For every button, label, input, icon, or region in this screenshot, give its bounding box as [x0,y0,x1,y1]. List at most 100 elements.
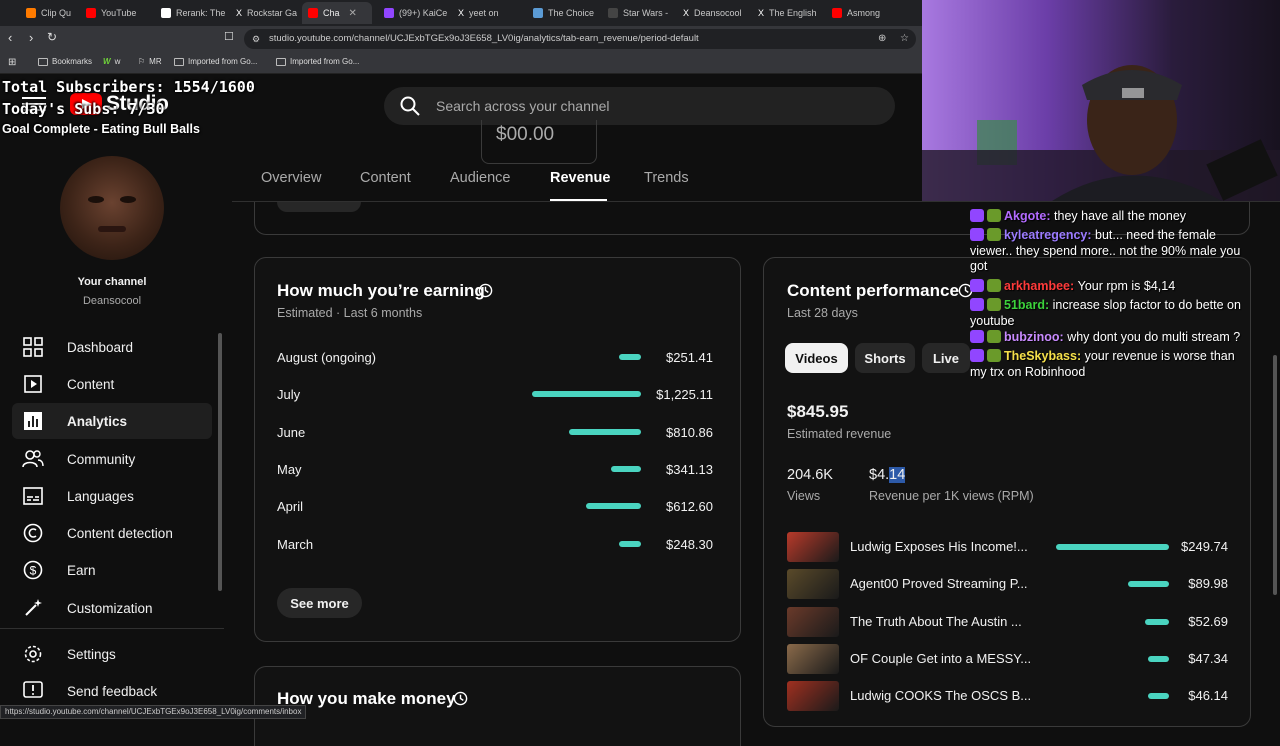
twitch-badge-icon [970,349,984,362]
sidebar-item-community[interactable]: Community [12,441,212,477]
see-more-button[interactable]: See more [277,588,362,618]
sidebar-item-settings[interactable]: Settings [12,636,212,672]
sidebar-item-feedback[interactable]: Send feedback [12,673,212,709]
chip-shorts[interactable]: Shorts [855,343,915,373]
browser-tab[interactable]: Asmong [826,2,886,24]
earning-row: March $248.30 [277,535,713,555]
sidebar-item-dashboard[interactable]: Dashboard [12,329,212,365]
video-title[interactable]: OF Couple Get into a MESSY... [850,651,1031,666]
tab-label: The Choice [548,8,595,18]
browser-tab[interactable]: Clip Qu [20,2,77,24]
video-row[interactable]: Agent00 Proved Streaming P... $89.98 [787,569,1228,600]
browser-tab[interactable]: X The English [752,2,823,24]
channel-search-input[interactable]: Search across your channel [384,87,895,125]
chat-username: bubzinoo [1004,330,1060,344]
browser-tab[interactable]: (99+) KaiCe [378,2,453,24]
tab-label: (99+) KaiCe [399,8,448,18]
video-row[interactable]: Ludwig COOKS The OSCS B... $46.14 [787,681,1228,712]
youtube-favicon-icon [832,8,842,18]
clock-info-icon[interactable] [453,691,468,706]
bookmark-item[interactable]: ⚐ MR [138,57,162,66]
twitch-badge-icon [970,209,984,222]
forward-icon[interactable]: › [29,30,33,45]
browser-tab[interactable]: Rerank: The [155,2,231,24]
tab-content[interactable]: Content [360,170,411,186]
back-icon[interactable]: ‹ [8,30,12,45]
bookmark-star-icon[interactable]: ☐ [224,30,234,43]
browser-tab[interactable]: X Deansocool [677,2,748,24]
performance-card-subtitle: Last 28 days [787,306,858,320]
rpm-value: $4.14 [869,467,906,483]
video-row[interactable]: Ludwig Exposes His Income!... $249.74 [787,532,1228,562]
sidebar-item-languages[interactable]: Languages [12,478,212,514]
rpm-label: Revenue per 1K views (RPM) [869,489,1034,503]
url-field[interactable]: ⚙ studio.youtube.com/channel/UCJExbTGEx9… [244,29,916,49]
site-info-icon[interactable]: ⚙ [252,29,260,49]
sidebar-item-customization[interactable]: Customization [12,590,212,626]
earning-bar [586,503,641,510]
analytics-icon [22,410,44,432]
browser-tab[interactable]: The Choice [527,2,600,24]
browser-tab[interactable]: X Rockstar Ga [230,2,303,24]
browser-tab[interactable]: YouTube [80,2,142,24]
tab-label: Rerank: The [176,8,226,18]
close-tab-icon[interactable]: ✕ [349,8,357,19]
video-row[interactable]: OF Couple Get into a MESSY... $47.34 [787,643,1228,674]
sidebar-item-analytics[interactable]: Analytics [12,403,212,439]
video-row[interactable]: The Truth About The Austin ... $52.69 [787,606,1228,637]
bookmark-item[interactable]: Ww [103,57,120,66]
earning-card-title: How much you’re earning [277,281,485,300]
browser-tab[interactable]: Xyeet on [452,2,505,24]
chip-live[interactable]: Live [922,343,970,373]
sidebar-item-label: Customization [67,600,153,616]
clock-info-icon[interactable] [478,283,493,298]
video-thumbnail[interactable] [787,681,839,712]
tab-favicon-icon [161,8,171,18]
sidebar-item-content-detection[interactable]: Content detection [12,515,212,551]
video-thumbnail[interactable] [787,532,839,562]
bookmark-item[interactable]: Imported from Go... [276,57,359,66]
earning-month: June [277,424,306,440]
tab-overview[interactable]: Overview [261,170,321,186]
video-title[interactable]: The Truth About The Austin ... [850,614,1022,629]
video-thumbnail[interactable] [787,569,839,600]
tab-label: YouTube [101,8,137,18]
sidebar-item-earn[interactable]: $ Earn [12,552,212,588]
chat-message: kyleatregency: but... need the female vi… [970,228,1248,275]
star-icon[interactable]: ☆ [900,29,909,49]
video-title[interactable]: Ludwig Exposes His Income!... [850,539,1028,554]
partial-button[interactable] [277,202,361,212]
earning-row: May $341.13 [277,460,713,480]
zoom-icon[interactable]: ⊕ [878,29,886,49]
sidebar-item-label: Content [67,376,115,392]
sidebar-item-label: Send feedback [67,683,158,699]
earning-value: $248.30 [666,536,713,552]
reload-icon[interactable]: ↻ [47,30,57,44]
search-placeholder: Search across your channel [436,98,610,114]
feedback-icon [22,680,44,702]
bookmark-item[interactable]: Imported from Go... [174,57,257,66]
video-title[interactable]: Ludwig COOKS The OSCS B... [850,688,1031,703]
tab-audience[interactable]: Audience [450,170,510,186]
video-thumbnail[interactable] [787,606,839,637]
video-title[interactable]: Agent00 Proved Streaming P... [850,576,1028,591]
x-favicon-icon: X [683,8,690,18]
chip-videos[interactable]: Videos [785,343,848,373]
tab-revenue[interactable]: Revenue [550,170,610,186]
tab-label: Deansocool [694,8,742,18]
chat-separator: : [1046,209,1055,223]
sidebar-item-content[interactable]: Content [12,366,212,402]
video-thumbnail[interactable] [787,643,839,674]
browser-tab[interactable]: Star Wars - [602,2,674,24]
sidebar-scrollbar[interactable] [218,333,222,591]
browser-tab-active[interactable]: Cha ✕ [302,2,372,24]
magic-wand-icon [22,597,44,619]
bookmark-item[interactable]: Bookmarks [38,57,92,66]
dollar-icon: $ [22,559,44,581]
tab-trends[interactable]: Trends [644,170,689,186]
tab-label: The English [769,8,817,18]
page-scrollbar[interactable] [1273,355,1277,595]
apps-grid-icon[interactable]: ⊞ [8,57,16,68]
video-revenue-bar [1145,618,1169,625]
channel-avatar[interactable] [60,156,164,260]
